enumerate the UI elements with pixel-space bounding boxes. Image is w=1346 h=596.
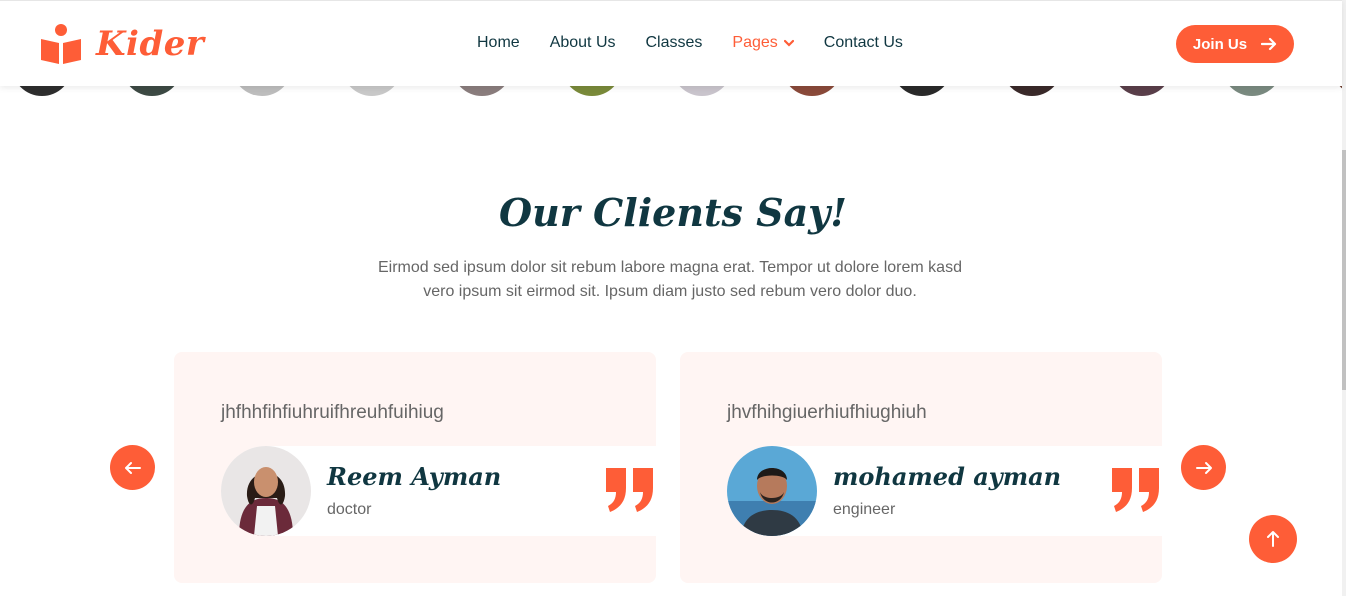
- gallery-thumb: [672, 86, 732, 96]
- nav-home-label: Home: [477, 34, 520, 51]
- join-us-button[interactable]: Join Us: [1176, 25, 1294, 63]
- scrollbar-thumb[interactable]: [1342, 150, 1346, 390]
- nav-classes[interactable]: Classes: [646, 34, 703, 52]
- book-reader-icon: [41, 24, 81, 64]
- gallery-thumb: [1222, 86, 1282, 96]
- gallery-thumb: [562, 86, 622, 96]
- testimonial-card: jhvfhihgiuerhiufhiughiuh mohamed ayman e…: [680, 352, 1162, 583]
- chevron-down-icon: [783, 39, 794, 47]
- quote-right-icon: [1112, 468, 1159, 512]
- nav-home[interactable]: Home: [477, 34, 520, 52]
- gallery-thumb: [892, 86, 952, 96]
- arrow-right-icon: [1195, 461, 1212, 474]
- arrow-left-icon: [124, 461, 141, 474]
- testimonial-author: Reem Ayman doctor: [221, 446, 656, 536]
- nav-about-label: About Us: [549, 34, 616, 51]
- testimonial-card: jhfhhfihfiuhruifhreuhfuihiug Reem Ayman …: [174, 352, 656, 583]
- arrow-right-icon: [1261, 37, 1277, 51]
- author-role: doctor: [327, 501, 372, 518]
- gallery-thumb: [122, 86, 182, 96]
- brand-logo[interactable]: Kider: [40, 23, 204, 65]
- arrow-up-icon: [1267, 531, 1279, 547]
- gallery-thumb: [342, 86, 402, 96]
- nav-contact[interactable]: Contact Us: [824, 34, 903, 52]
- gallery-thumb: [1002, 86, 1062, 96]
- author-role: engineer: [833, 501, 896, 518]
- navbar: Kider Home About Us Classes Pages Contac…: [0, 0, 1342, 86]
- brand-name: Kider: [96, 24, 205, 64]
- page-scrollbar[interactable]: [1342, 0, 1346, 596]
- testimonial-author: mohamed ayman engineer: [727, 446, 1162, 536]
- gallery-thumb: [12, 86, 72, 96]
- avatar: [727, 446, 817, 536]
- main-nav: Home About Us Classes Pages Contact Us: [477, 34, 933, 52]
- nav-classes-label: Classes: [645, 34, 703, 51]
- avatar: [221, 446, 311, 536]
- testimonial-text: jhvfhihgiuerhiufhiughiuh: [727, 402, 927, 423]
- gallery-thumb: [1112, 86, 1172, 96]
- author-name: Reem Ayman: [327, 462, 502, 491]
- author-name: mohamed ayman: [833, 462, 1062, 491]
- section-subtitle: Eirmod sed ipsum dolor sit rebum labore …: [378, 259, 962, 300]
- nav-pages-dropdown[interactable]: Pages: [732, 34, 794, 52]
- testimonial-text: jhfhhfihfiuhruifhreuhfuihiug: [221, 402, 444, 423]
- gallery-thumb: [782, 86, 842, 96]
- section-title: Our Clients Say!: [499, 190, 847, 235]
- nav-pages-label: Pages: [732, 34, 778, 51]
- gallery-thumb: [232, 86, 292, 96]
- gallery-strip: [0, 86, 1346, 98]
- back-to-top-button[interactable]: [1249, 515, 1297, 563]
- carousel-prev-button[interactable]: [110, 445, 155, 490]
- nav-contact-label: Contact Us: [823, 34, 903, 51]
- nav-about[interactable]: About Us: [550, 34, 616, 52]
- join-us-label: Join Us: [1192, 35, 1248, 53]
- quote-right-icon: [606, 468, 653, 512]
- carousel-next-button[interactable]: [1181, 445, 1226, 490]
- gallery-thumb: [452, 86, 512, 96]
